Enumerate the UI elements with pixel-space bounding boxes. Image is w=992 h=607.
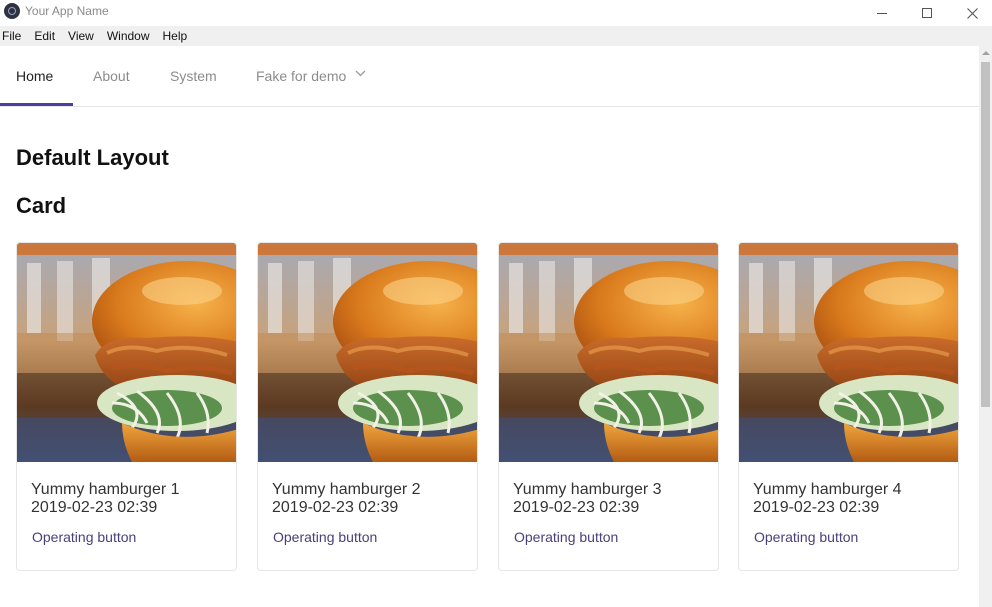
section-title: Card — [16, 193, 67, 218]
title-bar: Your App Name — [0, 0, 992, 26]
scrollbar-thumb[interactable] — [981, 62, 990, 407]
card-title: Yummy hamburger 2 — [272, 481, 421, 498]
operating-button[interactable]: Operating button — [273, 529, 377, 545]
tab-home[interactable]: Home — [16, 46, 53, 106]
card-title: Yummy hamburger 1 — [31, 481, 180, 498]
window-title: Your App Name — [25, 4, 109, 18]
card-image — [739, 243, 958, 462]
menu-file[interactable]: File — [0, 26, 24, 46]
card-date: 2019-02-23 02:39 — [513, 499, 640, 516]
maximize-icon — [922, 8, 932, 18]
menu-view[interactable]: View — [65, 26, 97, 46]
card-date: 2019-02-23 02:39 — [753, 499, 880, 516]
card-title: Yummy hamburger 3 — [513, 481, 662, 498]
card-image — [258, 243, 477, 462]
card-title: Yummy hamburger 4 — [753, 481, 902, 498]
card-image — [499, 243, 718, 462]
card-date: 2019-02-23 02:39 — [31, 499, 158, 516]
active-tab-indicator — [0, 103, 73, 106]
card: Yummy hamburger 3 2019-02-23 02:39 Opera… — [498, 242, 719, 571]
card-image — [17, 243, 236, 462]
minimize-button[interactable] — [859, 0, 905, 26]
card-date: 2019-02-23 02:39 — [272, 499, 399, 516]
operating-button[interactable]: Operating button — [514, 529, 618, 545]
card: Yummy hamburger 2 2019-02-23 02:39 Opera… — [257, 242, 478, 571]
operating-button[interactable]: Operating button — [754, 529, 858, 545]
scroll-up-icon[interactable] — [982, 51, 990, 55]
close-icon — [966, 7, 978, 19]
menu-edit[interactable]: Edit — [31, 26, 58, 46]
page-title: Default Layout — [16, 145, 169, 170]
card: Yummy hamburger 1 2019-02-23 02:39 Opera… — [16, 242, 237, 571]
menu-help[interactable]: Help — [160, 26, 191, 46]
menu-window[interactable]: Window — [104, 26, 153, 46]
operating-button[interactable]: Operating button — [32, 529, 136, 545]
minimize-icon — [877, 12, 887, 14]
close-button[interactable] — [949, 0, 992, 26]
card: Yummy hamburger 4 2019-02-23 02:39 Opera… — [738, 242, 959, 571]
tab-system[interactable]: System — [170, 46, 217, 106]
maximize-button[interactable] — [904, 0, 950, 26]
tab-about[interactable]: About — [93, 46, 130, 106]
app-logo-icon — [4, 3, 20, 19]
vertical-scrollbar[interactable] — [979, 46, 992, 607]
tab-fake-for-demo[interactable]: Fake for demo — [256, 46, 346, 106]
menu-bar: File Edit View Window Help — [0, 26, 992, 46]
chevron-down-icon[interactable] — [355, 70, 366, 77]
tab-bar: Home About System Fake for demo — [0, 46, 979, 107]
